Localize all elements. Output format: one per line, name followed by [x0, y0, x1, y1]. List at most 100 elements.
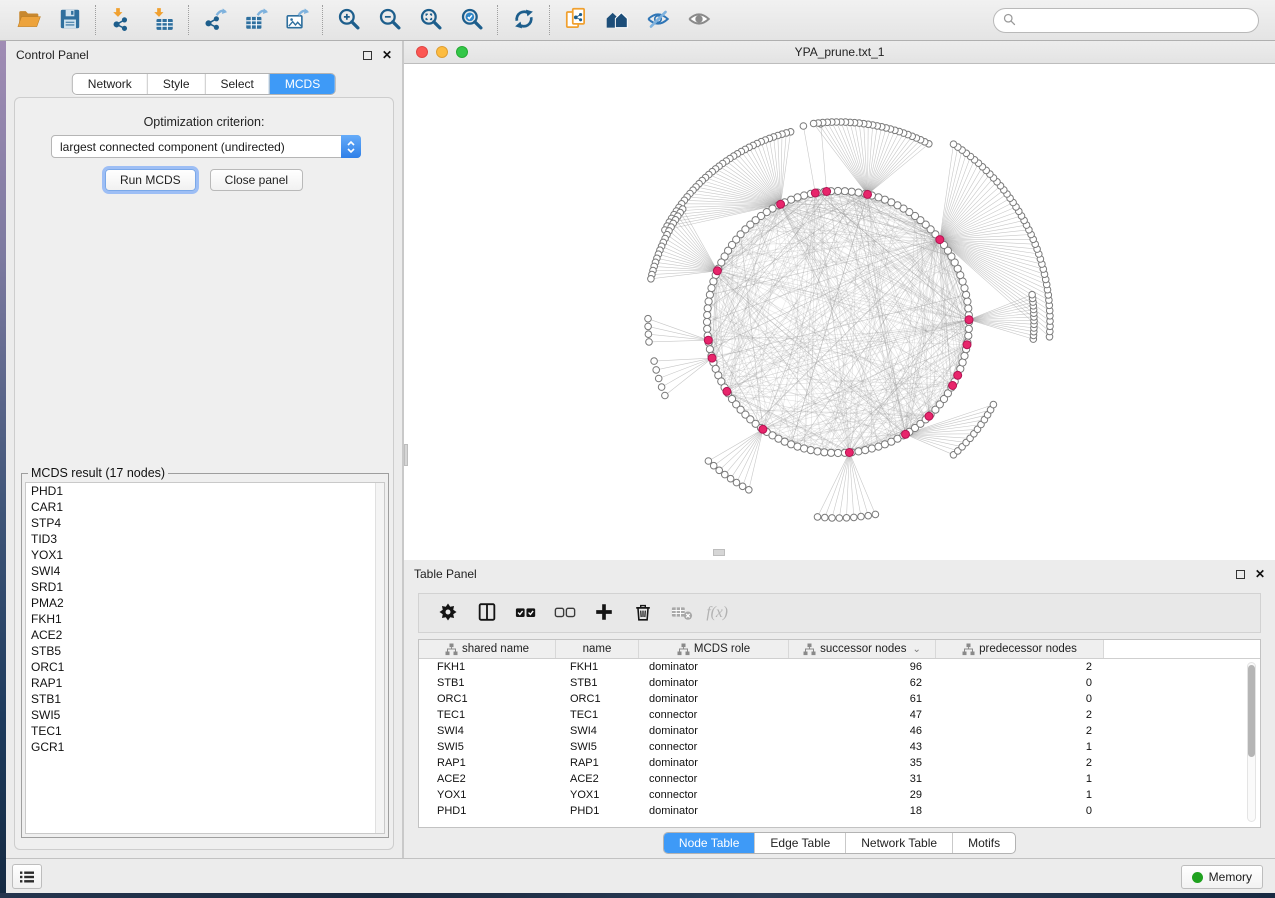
table-row[interactable]: SWI5SWI5connector431 [419, 739, 1260, 755]
network-node[interactable] [807, 447, 814, 454]
memory-button[interactable]: Memory [1181, 865, 1263, 889]
tab-network[interactable]: Network [73, 74, 147, 94]
network-node[interactable] [862, 447, 869, 454]
network-hub-node[interactable] [759, 425, 767, 433]
network-node[interactable] [875, 194, 882, 201]
network-node[interactable] [705, 298, 712, 305]
network-node[interactable] [851, 514, 858, 521]
close-table-panel-icon[interactable]: ✕ [1255, 567, 1265, 581]
network-node[interactable] [646, 339, 653, 346]
network-node[interactable] [794, 443, 801, 450]
column-browser-button[interactable] [468, 597, 505, 629]
zoom-selected-button[interactable] [451, 3, 492, 37]
splitter-handle-left[interactable] [404, 444, 408, 466]
zoom-out-button[interactable] [369, 3, 410, 37]
mcds-result-item[interactable]: TEC1 [26, 723, 384, 739]
clear-selection-button[interactable] [546, 597, 583, 629]
network-node[interactable] [645, 315, 652, 322]
mcds-result-item[interactable]: SWI4 [26, 563, 384, 579]
network-node[interactable] [706, 291, 713, 298]
table-row[interactable]: ACE2ACE2connector311 [419, 771, 1260, 787]
export-network-button[interactable] [194, 3, 235, 37]
network-node[interactable] [865, 512, 872, 519]
mcds-result-item[interactable]: SWI5 [26, 707, 384, 723]
network-canvas[interactable] [404, 64, 1275, 560]
network-hub-node[interactable] [936, 236, 944, 244]
tab-edge-table[interactable]: Edge Table [754, 833, 845, 853]
network-node[interactable] [829, 515, 836, 522]
tab-style[interactable]: Style [147, 74, 205, 94]
tab-motifs[interactable]: Motifs [952, 833, 1015, 853]
network-node[interactable] [655, 375, 662, 382]
mcds-result-item[interactable]: STP4 [26, 515, 384, 531]
table-row[interactable]: STB1STB1dominator620 [419, 675, 1260, 691]
network-node[interactable] [814, 514, 821, 521]
mcds-result-item[interactable]: PHD1 [26, 483, 384, 499]
network-node[interactable] [841, 188, 848, 195]
network-node[interactable] [704, 305, 711, 312]
network-node[interactable] [703, 318, 710, 325]
network-node[interactable] [868, 445, 875, 452]
mcds-result-item[interactable]: ACE2 [26, 627, 384, 643]
column-header-MCDS-role[interactable]: MCDS role [639, 640, 789, 658]
network-hub-node[interactable] [949, 382, 957, 390]
export-table-button[interactable] [235, 3, 276, 37]
network-hub-node[interactable] [708, 354, 716, 362]
open-button[interactable] [8, 3, 49, 37]
network-node[interactable] [651, 358, 658, 365]
network-hub-node[interactable] [823, 188, 831, 196]
network-node[interactable] [801, 445, 808, 452]
mcds-result-item[interactable]: ORC1 [26, 659, 384, 675]
table-row[interactable]: ORC1ORC1dominator610 [419, 691, 1260, 707]
first-neighbors-button[interactable] [596, 3, 637, 37]
mcds-list-scrollbar[interactable] [375, 483, 384, 833]
mcds-result-item[interactable]: SRD1 [26, 579, 384, 595]
table-row[interactable]: SWI4SWI4dominator462 [419, 723, 1260, 739]
table-row[interactable]: TEC1TEC1connector472 [419, 707, 1260, 723]
network-node[interactable] [959, 359, 966, 366]
close-panel-button[interactable]: Close panel [210, 169, 303, 191]
save-button[interactable] [49, 3, 90, 37]
float-panel-icon[interactable] [363, 51, 372, 60]
show-all-button[interactable] [678, 3, 719, 37]
network-node[interactable] [828, 449, 835, 456]
network-node[interactable] [848, 188, 855, 195]
table-row[interactable]: RAP1RAP1dominator352 [419, 755, 1260, 771]
mcds-result-item[interactable]: GCR1 [26, 739, 384, 755]
network-node[interactable] [1029, 291, 1036, 298]
tab-node-table[interactable]: Node Table [664, 833, 755, 853]
network-node[interactable] [648, 276, 655, 283]
network-node[interactable] [961, 285, 968, 292]
network-node[interactable] [704, 325, 711, 332]
network-node[interactable] [800, 123, 807, 130]
zoom-fit-button[interactable] [410, 3, 451, 37]
network-node[interactable] [855, 189, 862, 196]
network-node[interactable] [965, 305, 972, 312]
tab-select[interactable]: Select [205, 74, 269, 94]
network-hub-node[interactable] [811, 189, 819, 197]
network-hub-node[interactable] [777, 200, 785, 208]
network-node[interactable] [662, 392, 669, 399]
table-scrollbar-thumb[interactable] [1248, 665, 1255, 757]
network-node[interactable] [710, 462, 717, 469]
splitter-handle-bottom[interactable] [713, 549, 725, 556]
network-node[interactable] [950, 141, 957, 148]
tab-mcds[interactable]: MCDS [269, 74, 335, 94]
network-node[interactable] [836, 515, 843, 522]
run-mcds-button[interactable]: Run MCDS [105, 169, 196, 191]
network-node[interactable] [746, 487, 753, 494]
delete-button[interactable] [624, 597, 661, 629]
network-node[interactable] [814, 448, 821, 455]
mcds-result-item[interactable]: YOX1 [26, 547, 384, 563]
hide-selected-button[interactable] [637, 3, 678, 37]
mcds-result-item[interactable]: PMA2 [26, 595, 384, 611]
settings-gear-button[interactable] [429, 597, 466, 629]
network-node[interactable] [834, 449, 841, 456]
network-node[interactable] [653, 367, 660, 374]
select-all-button[interactable] [507, 597, 544, 629]
network-node[interactable] [810, 120, 817, 127]
refresh-button[interactable] [503, 3, 544, 37]
network-node[interactable] [963, 291, 970, 298]
network-hub-node[interactable] [704, 336, 712, 344]
network-node[interactable] [965, 325, 972, 332]
